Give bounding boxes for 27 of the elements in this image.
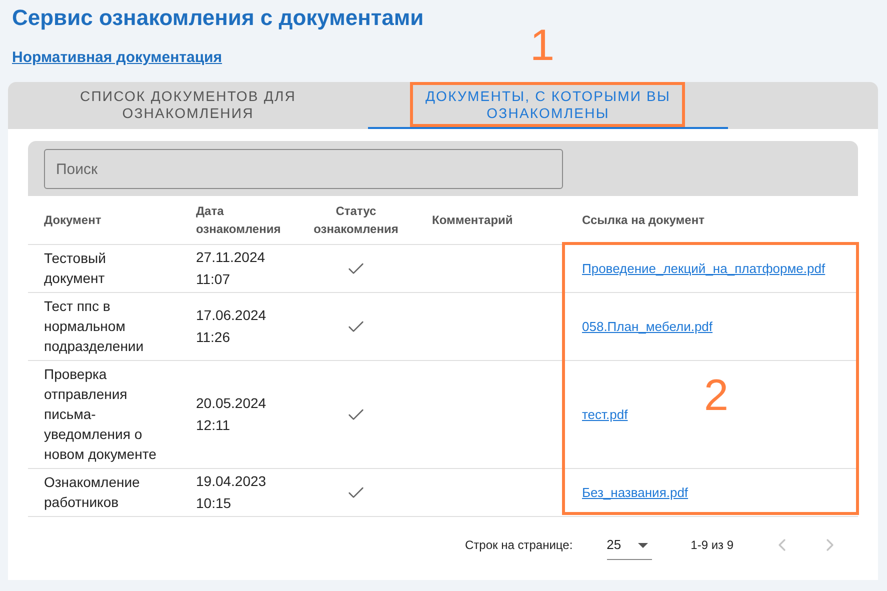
document-name: Ознакомление работников — [44, 472, 141, 512]
tab[interactable]: ДОКУМЕНТЫ, С КОТОРЫМИ ВЫ ОЗНАКОМЛЕНЫ — [368, 82, 728, 129]
acknowledgement-date: 19.04.2023 10:15 — [196, 472, 268, 513]
document-link[interactable]: Проведение_лекций_на_платформе.pdf — [582, 260, 826, 276]
column-header: Статус ознакомления — [312, 202, 400, 238]
rows-per-page-select[interactable]: 25 — [606, 530, 652, 560]
document-name: Тест ппс в нормальном подразделении — [44, 296, 145, 356]
annotation-number: 2 — [704, 372, 728, 420]
column-header: Документ — [44, 212, 102, 229]
normative-docs-link[interactable]: Нормативная документация — [12, 49, 222, 66]
column-header: Ссылка на документ — [582, 212, 704, 229]
acknowledgement-date: 17.06.2024 11:26 — [196, 306, 268, 347]
page-range: 1-9 из 9 — [690, 536, 734, 554]
document-link[interactable]: Без_названия.pdf — [582, 484, 688, 500]
document-link[interactable]: тест.pdf — [582, 406, 628, 422]
document-name: Тестовый документ — [44, 248, 107, 288]
annotation-number: 1 — [530, 22, 554, 70]
column-header: Дата ознакомления — [196, 202, 282, 238]
document-name: Проверка отправления письма-уведомления о новом документе — [44, 364, 158, 464]
page-title: Сервис ознакомления с документами — [12, 4, 425, 32]
search-field[interactable]: Поиск — [44, 149, 563, 189]
acknowledgement-date: 27.11.2024 11:07 — [196, 248, 266, 289]
document-link[interactable]: 058.План_мебели.pdf — [582, 318, 713, 334]
acknowledgement-date: 20.05.2024 12:11 — [196, 394, 268, 435]
tab[interactable]: СПИСОК ДОКУМЕНТОВ ДЛЯ ОЗНАКОМЛЕНИЯ — [8, 82, 368, 129]
column-header: Комментарий — [432, 212, 513, 229]
rows-per-page-label: Строк на странице: — [465, 536, 573, 554]
